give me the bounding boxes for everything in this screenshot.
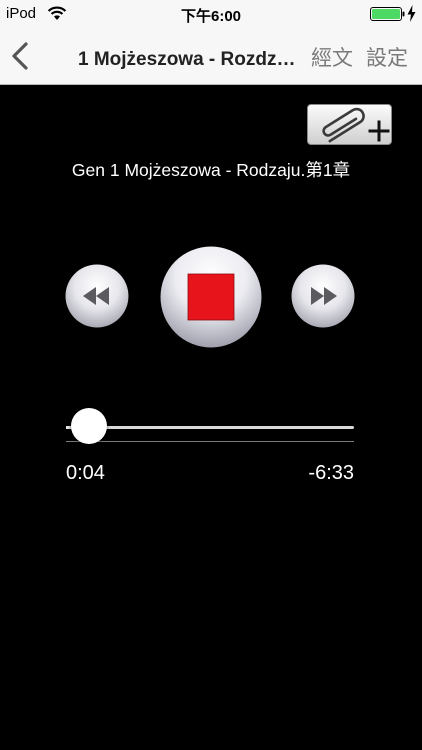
status-bar: iPod 下午6:00 bbox=[0, 0, 422, 28]
fast-forward-button[interactable] bbox=[291, 264, 355, 328]
paperclip-plus-icon bbox=[322, 107, 390, 143]
status-time: 下午6:00 bbox=[180, 8, 242, 25]
nav-title: 1 Mojżeszowa - Rozdzaju.第1章 bbox=[78, 49, 300, 70]
elapsed-time: 0:04 bbox=[66, 462, 105, 484]
stop-icon bbox=[160, 246, 262, 348]
add-attachment-button[interactable] bbox=[307, 104, 392, 145]
stop-button[interactable] bbox=[160, 246, 262, 348]
scripture-button[interactable]: 經文 bbox=[311, 42, 353, 72]
progress-track[interactable] bbox=[66, 426, 354, 429]
rewind-button[interactable] bbox=[65, 264, 129, 328]
remaining-time: -6:33 bbox=[308, 462, 354, 484]
back-button[interactable] bbox=[4, 36, 38, 76]
progress-fill bbox=[66, 426, 69, 429]
player-screen: iPod 下午6:00 1 Mojżeszowa - Rozdzaju.第1章 … bbox=[0, 0, 422, 750]
progress-thumb[interactable] bbox=[70, 408, 107, 444]
settings-button[interactable]: 設定 bbox=[366, 42, 408, 72]
rewind-icon bbox=[65, 264, 129, 328]
chevron-left-icon bbox=[12, 42, 28, 70]
charging-bolt-icon bbox=[407, 5, 416, 22]
fast-forward-icon bbox=[291, 264, 355, 328]
track-title: Gen 1 Mojżeszowa - Rodzaju.第1章 bbox=[71, 160, 351, 180]
navigation-bar: 1 Mojżeszowa - Rozdzaju.第1章 經文 設定 bbox=[0, 28, 422, 85]
progress-underline bbox=[66, 441, 354, 442]
battery-icon bbox=[370, 7, 405, 21]
